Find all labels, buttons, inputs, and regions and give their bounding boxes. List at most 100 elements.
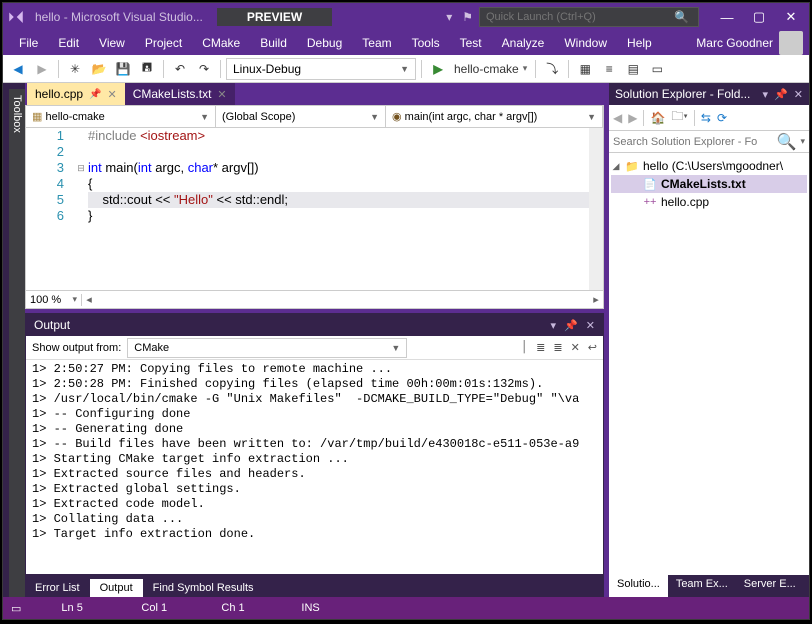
folder-icon: 📁 (625, 160, 639, 173)
maximize-button[interactable]: ▢ (745, 7, 773, 27)
save-button[interactable]: 💾 (112, 58, 134, 80)
undo-button[interactable]: ↶ (169, 58, 191, 80)
fold-gutter[interactable]: ⊟ (74, 128, 88, 290)
output-panel-title[interactable]: Output ▾ 📌 ✕ (26, 314, 603, 336)
expand-icon[interactable]: ◢ (611, 161, 621, 172)
close-icon[interactable]: ✕ (217, 88, 226, 101)
signed-in-user[interactable]: Marc Goodner (696, 36, 773, 50)
se-refresh-icon[interactable]: ⟳ (717, 111, 727, 125)
nav-project-dropdown[interactable]: ▦ hello-cmake▼ (26, 106, 216, 127)
line-number-gutter: 123456 (26, 128, 74, 290)
output-clear-icon[interactable]: ✕ (571, 341, 580, 354)
menu-tools[interactable]: Tools (402, 32, 450, 54)
output-source-dropdown[interactable]: CMake▼ (127, 338, 407, 358)
menu-edit[interactable]: Edit (48, 32, 89, 54)
main-toolbar: ◀ ▶ ✳ 📂 💾 🖪 ↶ ↷ Linux-Debug ▼ ▶ hello-cm… (3, 55, 809, 83)
menu-test[interactable]: Test (450, 32, 492, 54)
panel-menu-icon[interactable]: ▾ (551, 319, 557, 332)
search-icon[interactable]: 🔍 (670, 10, 693, 24)
menu-file[interactable]: File (9, 32, 48, 54)
flag-icon[interactable]: ⚑ (462, 10, 473, 24)
solution-explorer-panel: Solution Explorer - Fold... ▾ 📌 ✕ ◀ ▶ 🏠 … (609, 83, 809, 597)
notifications-icon[interactable]: ▾ (446, 10, 452, 24)
toolbar-icon-4[interactable]: ▭ (646, 58, 668, 80)
se-back-icon[interactable]: ◀ (613, 111, 622, 125)
code-text[interactable]: #include <iostream>int main(int argc, ch… (88, 128, 603, 290)
bottom-tab-find-symbol-results[interactable]: Find Symbol Results (143, 579, 264, 597)
tree-item[interactable]: ++hello.cpp (611, 193, 807, 211)
panel-close-icon[interactable]: ✕ (586, 319, 595, 332)
bottom-tab-output[interactable]: Output (90, 579, 143, 597)
doc-tab-CMakeLists-txt[interactable]: CMakeLists.txt✕ (125, 83, 235, 105)
start-debug-button[interactable]: ▶ (427, 58, 449, 80)
toolbar-icon-2[interactable]: ≡ (598, 58, 620, 80)
menu-window[interactable]: Window (554, 32, 617, 54)
quick-launch-input[interactable] (480, 11, 670, 23)
close-button[interactable]: ✕ (777, 7, 805, 27)
minimize-button[interactable]: — (713, 7, 741, 27)
toolbar-icon-3[interactable]: ▤ (622, 58, 644, 80)
se-collapse-icon[interactable]: ⇆ (701, 111, 711, 125)
panel-pin-icon[interactable]: 📌 (564, 319, 578, 332)
code-surface[interactable]: 123456 ⊟ #include <iostream>int main(int… (26, 128, 603, 290)
solution-explorer-tree[interactable]: ◢ 📁 hello (C:\Users\mgoodner\ 📄CMakeList… (609, 153, 809, 575)
tree-item[interactable]: 📄CMakeLists.txt (611, 175, 807, 193)
solution-explorer-title[interactable]: Solution Explorer - Fold... ▾ 📌 ✕ (609, 83, 809, 105)
code-editor: ▦ hello-cmake▼ (Global Scope)▼ ◉ main(in… (25, 105, 604, 309)
start-target-label[interactable]: hello-cmake ▾ (451, 58, 530, 80)
scroll-left-button[interactable]: ◂ (82, 293, 96, 306)
menu-view[interactable]: View (89, 32, 135, 54)
menu-analyze[interactable]: Analyze (492, 32, 555, 54)
menu-project[interactable]: Project (135, 32, 192, 54)
open-file-button[interactable]: 📂 (88, 58, 110, 80)
menu-help[interactable]: Help (617, 32, 662, 54)
bottom-tab-error-list[interactable]: Error List (25, 579, 90, 597)
quick-launch[interactable]: 🔍 (479, 7, 699, 27)
right-tab[interactable]: Solutio... (609, 575, 668, 597)
search-options-icon[interactable]: ▾ (800, 136, 805, 147)
doc-tab-hello-cpp[interactable]: hello.cpp📌✕ (27, 83, 125, 105)
nav-function-dropdown[interactable]: ◉ main(int argc, char * argv[])▼ (386, 106, 603, 127)
status-selection-icon[interactable]: ▭ (11, 602, 21, 615)
solution-explorer-search[interactable]: 🔍 ▾ (609, 131, 809, 153)
right-tab[interactable]: Team Ex... (668, 575, 736, 597)
se-home-icon[interactable]: 🏠 (650, 111, 665, 125)
menu-team[interactable]: Team (352, 32, 401, 54)
panel-pin-icon[interactable]: 📌 (774, 88, 788, 101)
config-dropdown[interactable]: Linux-Debug ▼ (226, 58, 416, 80)
step-into-icon[interactable]: ⤵ (541, 58, 563, 80)
panel-menu-icon[interactable]: ▾ (763, 88, 769, 101)
pin-icon[interactable]: 📌 (89, 89, 101, 100)
output-goto-icon[interactable]: ≣ (536, 341, 545, 354)
nav-back-button[interactable]: ◀ (7, 58, 29, 80)
new-project-button[interactable]: ✳ (64, 58, 86, 80)
save-all-button[interactable]: 🖪 (136, 58, 158, 80)
solution-explorer-toolbar: ◀ ▶ 🏠 🗀▾ ⇆ ⟳ (609, 105, 809, 131)
menu-debug[interactable]: Debug (297, 32, 352, 54)
se-sync-icon[interactable]: 🗀▾ (671, 107, 687, 128)
solution-explorer-search-input[interactable] (613, 136, 777, 148)
tree-root-node[interactable]: ◢ 📁 hello (C:\Users\mgoodner\ (611, 157, 807, 175)
search-icon[interactable]: 🔍 (777, 132, 797, 152)
menu-cmake[interactable]: CMake (192, 32, 250, 54)
nav-scope-dropdown[interactable]: (Global Scope)▼ (216, 106, 386, 127)
output-find-icon[interactable]: │ (521, 341, 528, 354)
panel-close-icon[interactable]: ✕ (794, 88, 803, 101)
status-line: Ln 5 (61, 602, 101, 614)
output-wrap-icon[interactable]: ↩ (588, 341, 597, 354)
redo-button[interactable]: ↷ (193, 58, 215, 80)
output-text[interactable]: 1> 2:50:27 PM: Copying files to remote m… (26, 360, 603, 574)
close-icon[interactable]: ✕ (108, 88, 117, 101)
se-fwd-icon[interactable]: ▶ (628, 111, 637, 125)
toolbar-icon-1[interactable]: ▦ (574, 58, 596, 80)
toolbox-tab[interactable]: Toolbox (9, 89, 25, 597)
nav-fwd-button[interactable]: ▶ (31, 58, 53, 80)
status-col: Col 1 (141, 602, 181, 614)
scroll-right-button[interactable]: ▸ (589, 293, 603, 306)
editor-vertical-scrollbar[interactable] (589, 128, 603, 290)
menu-build[interactable]: Build (250, 32, 297, 54)
zoom-dropdown[interactable]: 100 %▾ (26, 294, 82, 306)
user-avatar[interactable] (779, 31, 803, 55)
right-tab[interactable]: Server E... (736, 575, 804, 597)
output-prev-icon[interactable]: ≣ (553, 341, 562, 354)
